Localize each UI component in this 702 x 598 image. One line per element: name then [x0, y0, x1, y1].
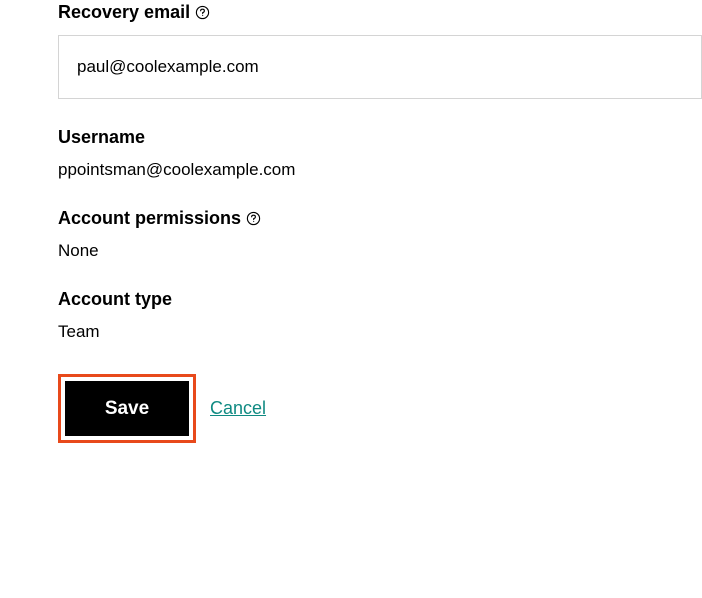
cancel-link[interactable]: Cancel: [210, 398, 266, 419]
account-permissions-label: Account permissions: [58, 208, 241, 229]
recovery-email-input[interactable]: [58, 35, 702, 99]
account-type-label: Account type: [58, 289, 172, 310]
account-permissions-value: None: [58, 241, 702, 261]
help-icon[interactable]: [245, 211, 261, 227]
account-type-value: Team: [58, 322, 702, 342]
help-icon[interactable]: [194, 5, 210, 21]
save-highlight-box: Save: [58, 374, 196, 443]
username-label: Username: [58, 127, 145, 148]
username-value: ppointsman@coolexample.com: [58, 160, 702, 180]
save-button[interactable]: Save: [65, 381, 189, 436]
recovery-email-label: Recovery email: [58, 2, 190, 23]
